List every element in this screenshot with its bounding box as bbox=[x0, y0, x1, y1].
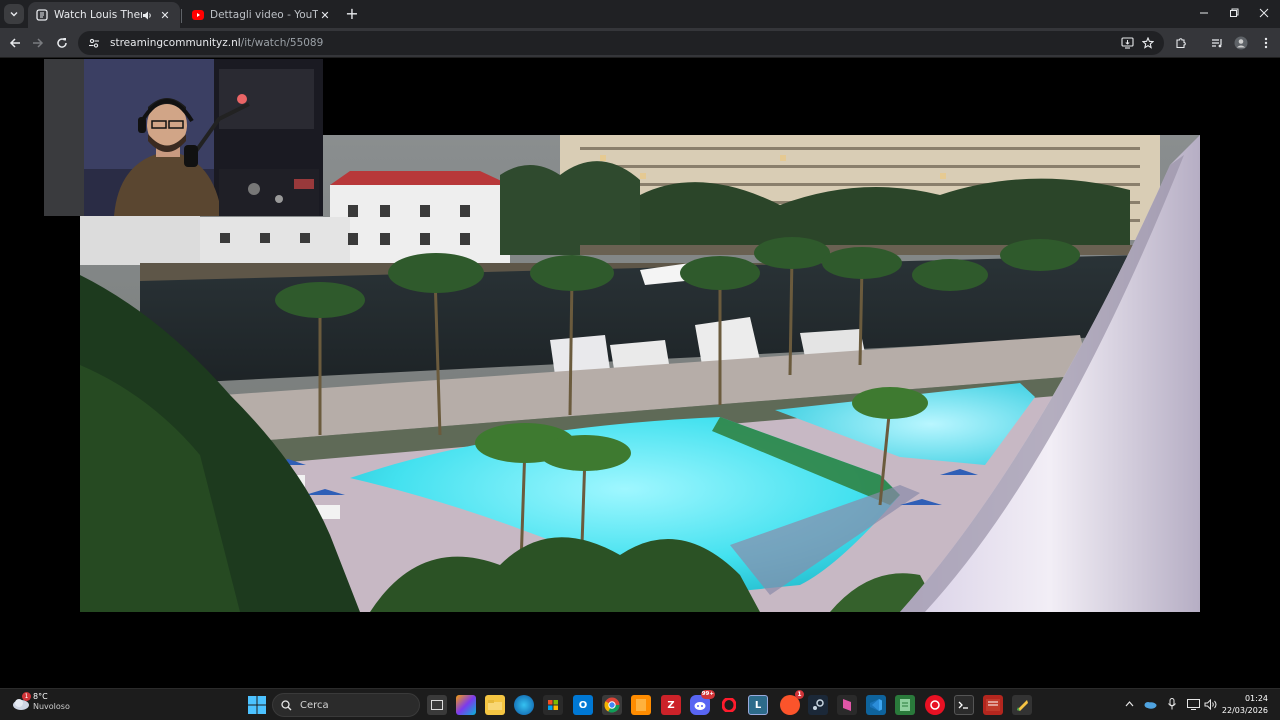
arrow-right-icon bbox=[33, 38, 44, 48]
vscode-icon[interactable] bbox=[866, 695, 886, 715]
star-icon bbox=[1142, 37, 1154, 49]
site-info-icon[interactable] bbox=[86, 35, 102, 51]
profile-button[interactable] bbox=[1231, 33, 1251, 53]
pink-app-icon[interactable] bbox=[837, 695, 857, 715]
clock-date: 22/03/2026 bbox=[1221, 706, 1268, 715]
notepad-icon[interactable] bbox=[895, 695, 915, 715]
edge-icon[interactable] bbox=[514, 695, 534, 715]
microphone-icon[interactable] bbox=[1165, 697, 1179, 711]
clock-time: 01:24 bbox=[1244, 694, 1268, 703]
start-button[interactable] bbox=[248, 696, 266, 714]
install-app-button[interactable] bbox=[1117, 33, 1137, 53]
windows-logo-icon bbox=[248, 696, 266, 714]
network-icon[interactable] bbox=[1186, 697, 1200, 711]
reload-icon bbox=[57, 38, 67, 48]
reload-button[interactable] bbox=[52, 33, 72, 53]
obs-record-icon[interactable] bbox=[925, 695, 945, 715]
minimize-icon[interactable] bbox=[1194, 4, 1214, 22]
speaker-icon[interactable] bbox=[142, 10, 154, 21]
new-tab-button[interactable]: + bbox=[344, 6, 360, 22]
lightshot-icon[interactable]: L bbox=[748, 695, 768, 715]
streamingcommunity-favicon-icon bbox=[36, 9, 48, 21]
file-explorer-icon[interactable] bbox=[485, 695, 505, 715]
search-label: Cerca bbox=[300, 699, 329, 711]
arrow-left-icon bbox=[9, 38, 20, 48]
system-clock[interactable]: 01:24 22/03/2026 bbox=[1222, 693, 1268, 717]
media-controls-button[interactable] bbox=[1207, 33, 1227, 53]
forward-button[interactable] bbox=[28, 33, 48, 53]
restore-icon[interactable] bbox=[1224, 4, 1244, 22]
extensions-button[interactable] bbox=[1171, 33, 1191, 53]
terminal-icon[interactable] bbox=[954, 695, 974, 715]
tab-separator bbox=[181, 9, 182, 23]
red-app-icon[interactable] bbox=[983, 695, 1003, 715]
copilot-icon[interactable] bbox=[456, 695, 476, 715]
filezilla-icon[interactable]: Z bbox=[661, 695, 681, 715]
weather-temperature: 8°C bbox=[33, 692, 48, 701]
tab-title: Dettagli video - YouTube Studio bbox=[210, 9, 318, 21]
bookmark-button[interactable] bbox=[1138, 33, 1158, 53]
tab-strip: Watch Louis Theroux: denti ✕ Dettagli vi… bbox=[0, 0, 1280, 28]
task-view-icon[interactable] bbox=[427, 695, 447, 715]
taskbar-search[interactable]: Cerca bbox=[272, 693, 420, 717]
onedrive-icon[interactable] bbox=[1143, 697, 1157, 711]
puzzle-icon bbox=[1176, 38, 1186, 49]
store-icon[interactable] bbox=[543, 695, 563, 715]
youtube-icon bbox=[192, 9, 204, 21]
url-host: streamingcommunityz.nl bbox=[110, 37, 241, 49]
music-queue-icon bbox=[1212, 39, 1222, 48]
browser-toolbar: streamingcommunityz.nl/it/watch/55089 bbox=[0, 28, 1280, 58]
paint-app-icon[interactable] bbox=[1012, 695, 1032, 715]
brave-badge: 1 bbox=[795, 690, 804, 699]
search-icon bbox=[281, 699, 292, 710]
address-bar[interactable]: streamingcommunityz.nl/it/watch/55089 bbox=[78, 31, 1164, 55]
webcam-image bbox=[44, 59, 323, 216]
discord-badge: 99+ bbox=[700, 690, 715, 699]
brave-icon[interactable]: 1 bbox=[780, 690, 804, 715]
back-button[interactable] bbox=[5, 33, 25, 53]
outlook-icon[interactable]: O bbox=[573, 695, 593, 715]
weather-alert-badge: 1 bbox=[22, 692, 31, 701]
menu-button[interactable] bbox=[1256, 33, 1276, 53]
notes-app-icon[interactable] bbox=[631, 695, 651, 715]
screen: Watch Louis Theroux: denti ✕ Dettagli vi… bbox=[0, 0, 1280, 720]
tab-watch[interactable]: Watch Louis Theroux: denti ✕ bbox=[28, 2, 180, 28]
tab-youtube-studio[interactable]: Dettagli video - YouTube Studio ✕ bbox=[184, 2, 340, 28]
cloud-icon: 1 bbox=[12, 692, 31, 711]
tab-title: Watch Louis Theroux: denti bbox=[54, 9, 142, 21]
page-content bbox=[0, 59, 1280, 687]
install-icon bbox=[1120, 37, 1134, 49]
windows-taskbar: 1 8°C Nuvoloso Cerca O Z 99+ L 1 01:24 2… bbox=[0, 688, 1280, 720]
volume-icon[interactable] bbox=[1203, 697, 1217, 711]
close-tab-icon[interactable]: ✕ bbox=[318, 8, 332, 22]
close-tab-icon[interactable]: ✕ bbox=[158, 8, 172, 22]
more-vertical-icon bbox=[1264, 37, 1268, 49]
discord-icon[interactable]: 99+ bbox=[690, 690, 715, 715]
weather-condition: Nuvoloso bbox=[33, 702, 70, 711]
chrome-icon[interactable] bbox=[602, 695, 622, 715]
weather-widget[interactable]: 1 8°C Nuvoloso bbox=[12, 692, 70, 712]
steam-icon[interactable] bbox=[808, 695, 828, 715]
opera-icon[interactable] bbox=[719, 695, 739, 715]
chevron-up-icon[interactable] bbox=[1122, 697, 1136, 711]
url-path: /it/watch/55089 bbox=[240, 37, 324, 49]
close-window-icon[interactable] bbox=[1254, 4, 1274, 22]
chevron-down-icon bbox=[10, 12, 18, 17]
webcam-overlay bbox=[44, 59, 323, 216]
url-text: streamingcommunityz.nl/it/watch/55089 bbox=[110, 37, 323, 49]
tab-search-button[interactable] bbox=[4, 4, 24, 24]
avatar bbox=[1234, 36, 1248, 50]
